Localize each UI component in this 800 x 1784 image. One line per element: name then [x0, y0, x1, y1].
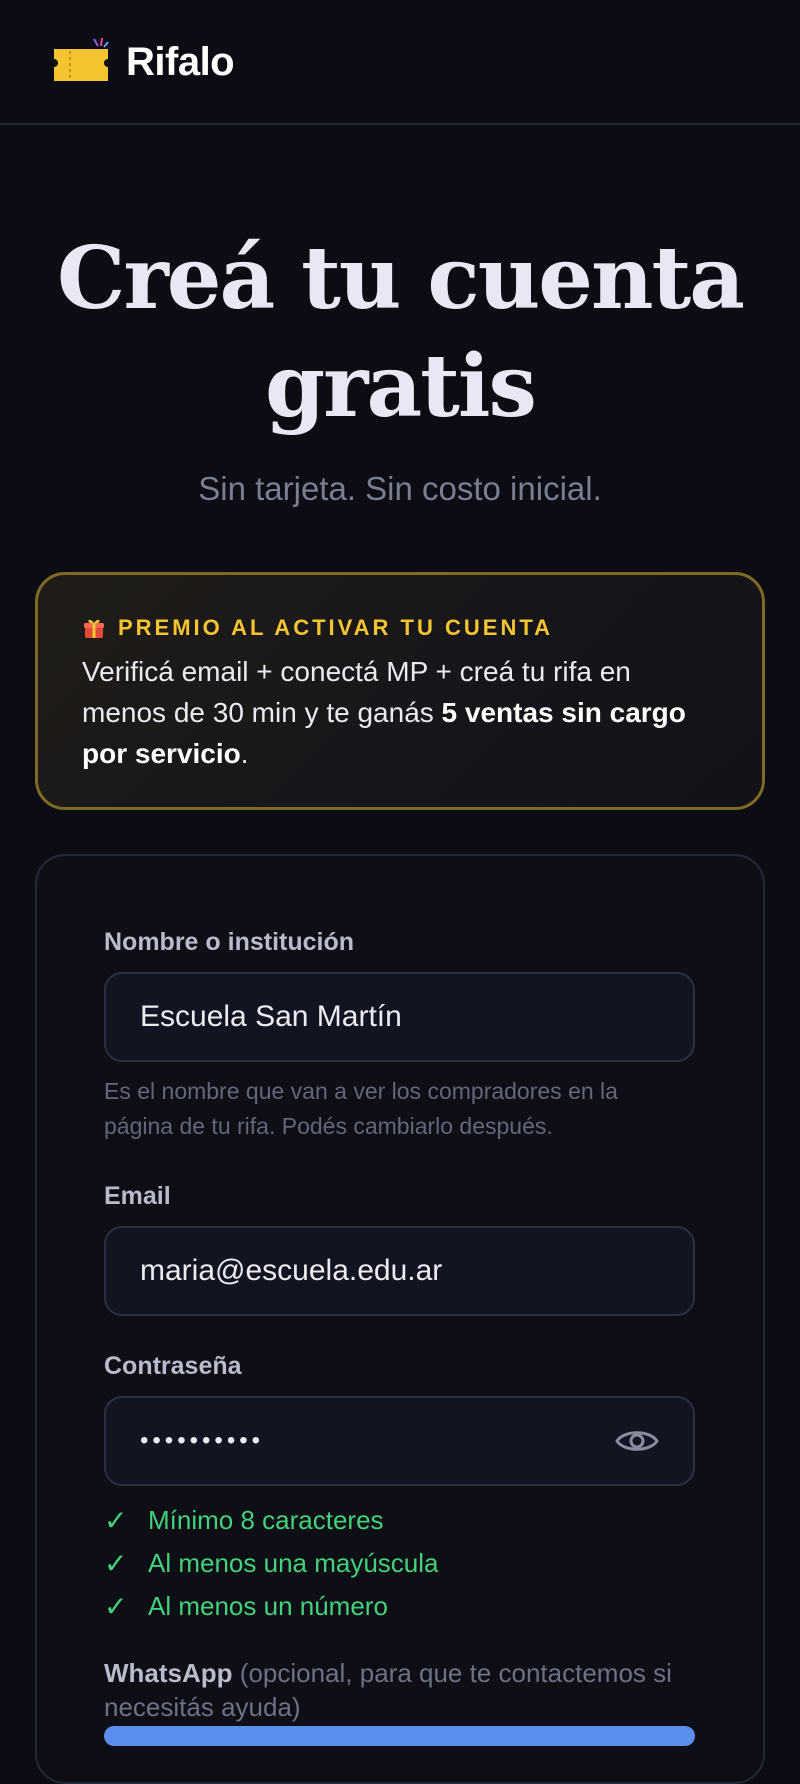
check-icon: ✓ — [104, 1548, 128, 1579]
name-field-help: Es el nombre que van a ver los comprador… — [104, 1078, 618, 1139]
requirement-text: Mínimo 8 caracteres — [148, 1505, 384, 1535]
promo-banner: PREMIO AL ACTIVAR TU CUENTA Verificá ema… — [35, 572, 765, 810]
password-requirement: ✓ Mínimo 8 caracteres — [104, 1504, 384, 1537]
page-subtitle: Sin tarjeta. Sin costo inicial. — [198, 470, 602, 507]
page-title: Creá tu cuenta gratis — [57, 228, 745, 437]
promo-label-row: PREMIO AL ACTIVAR TU CUENTA — [82, 615, 718, 641]
name-field[interactable]: Escuela San Martín — [104, 972, 695, 1062]
top-header: Rifalo — [0, 0, 800, 125]
check-icon: ✓ — [104, 1505, 128, 1536]
password-requirement: ✓ Al menos una mayúscula — [104, 1547, 438, 1580]
ticket-icon — [50, 37, 112, 87]
promo-label: PREMIO AL ACTIVAR TU CUENTA — [118, 615, 554, 640]
password-field-value[interactable]: •••••••••• — [140, 1427, 615, 1455]
check-icon: ✓ — [104, 1591, 128, 1622]
name-field-label: Nombre o institución — [104, 928, 354, 956]
promo-body-end: . — [240, 738, 249, 769]
name-field-value[interactable]: Escuela San Martín — [140, 1000, 659, 1034]
email-field-label: Email — [104, 1182, 171, 1210]
requirement-text: Al menos una mayúscula — [148, 1548, 439, 1578]
email-field-value[interactable]: maria@escuela.edu.ar — [140, 1254, 659, 1288]
requirement-text: Al menos un número — [148, 1591, 388, 1621]
gift-icon — [82, 616, 106, 640]
whatsapp-field-label: WhatsApp (opcional, para que te contacte… — [104, 1656, 724, 1724]
whatsapp-field[interactable] — [104, 1726, 695, 1746]
password-field[interactable]: •••••••••• — [104, 1396, 695, 1486]
promo-body: Verificá email + conectá MP + creá tu ri… — [82, 651, 718, 774]
password-field-label: Contraseña — [104, 1352, 242, 1380]
eye-icon[interactable] — [615, 1426, 659, 1456]
brand-name: Rifalo — [126, 39, 235, 84]
password-requirement: ✓ Al menos un número — [104, 1590, 388, 1623]
email-field[interactable]: maria@escuela.edu.ar — [104, 1226, 695, 1316]
brand-logo[interactable]: Rifalo — [50, 32, 235, 92]
whatsapp-label: WhatsApp — [104, 1658, 233, 1688]
